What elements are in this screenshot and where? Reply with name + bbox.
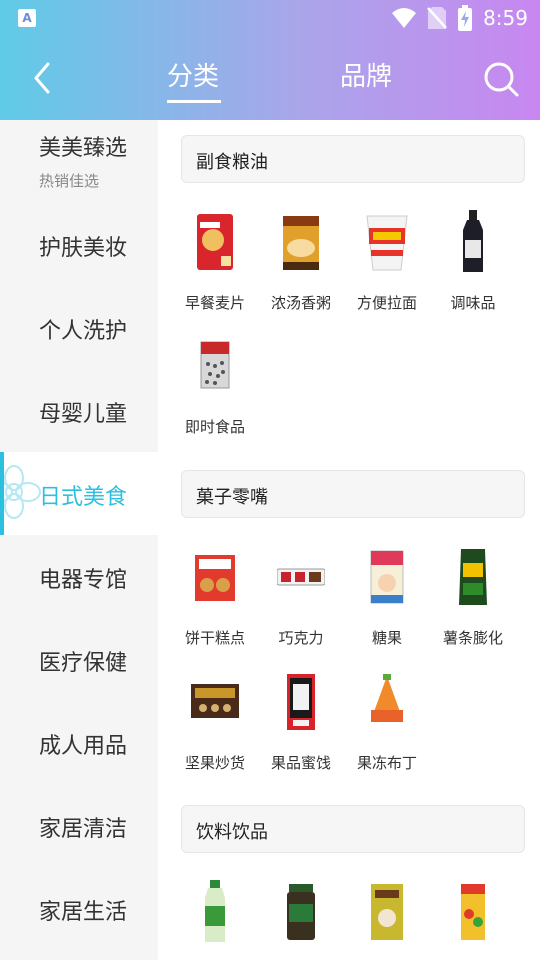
sidebar-item-label: 家居生活 [39, 900, 128, 925]
product-name: 饼干糕点 [184, 629, 245, 647]
sidebar-item-adult[interactable]: 成人用品 [0, 701, 158, 784]
sidebar-item-meimei-select[interactable]: 美美臻选 热销佳选 [0, 120, 158, 203]
search-icon[interactable] [482, 60, 520, 98]
sidebar-item-mother-baby[interactable]: 母婴儿童 [0, 369, 158, 452]
biscuit-box-image [195, 555, 235, 601]
product-name: 糖果 [371, 629, 402, 647]
section-title: 饮料饮品 [196, 822, 268, 843]
category-sidebar: 美美臻选 热销佳选 护肤美妆 个人洗护 母婴儿童 日式美食 电器专馆 医疗保健 … [0, 120, 158, 960]
green-tea-bottle-image [205, 880, 225, 942]
product-name: 早餐麦片 [184, 294, 245, 312]
product-name: 调味品 [450, 294, 496, 312]
product-item[interactable]: 早餐麦片 [172, 210, 258, 320]
cup-noodle-image [366, 215, 408, 271]
product-item[interactable]: 薯条膨化 [430, 545, 516, 655]
product-item[interactable]: 巧克力 [258, 545, 344, 655]
product-item[interactable] [172, 880, 258, 960]
sidebar-item-label: 医疗保健 [39, 651, 128, 676]
product-name: 即时食品 [184, 418, 245, 436]
candy-box-image [370, 550, 404, 604]
product-item[interactable]: 即时食品 [172, 334, 258, 444]
product-item[interactable]: 调味品 [430, 210, 516, 320]
sidebar-item-label: 电器专馆 [39, 568, 128, 593]
product-item[interactable]: 坚果炒货 [172, 670, 258, 780]
product-name: 果冻布丁 [356, 754, 417, 772]
section-header: 副食粮油 [181, 135, 525, 183]
sidebar-item-appliances[interactable]: 电器专馆 [0, 535, 158, 618]
product-name: 薯条膨化 [442, 629, 503, 647]
category-content: 副食粮油 早餐麦片 浓汤香粥 方便拉面 调味品 即时食品 菓子零嘴 饼干糕点 巧… [158, 120, 540, 960]
product-item[interactable]: 糖果 [344, 545, 430, 655]
sidebar-item-label: 成人用品 [39, 734, 128, 759]
product-item[interactable]: 果品蜜饯 [258, 670, 344, 780]
flower-watermark-icon [0, 465, 41, 519]
chips-bag-image [459, 549, 487, 605]
dried-fruit-pack-image [287, 674, 315, 730]
status-time: 8:59 [483, 6, 528, 30]
chocolate-bar-image [277, 568, 325, 586]
sidebar-item-label: 日式美食 [39, 485, 128, 510]
nut-snack-pack-image [191, 684, 239, 718]
back-arrow-icon[interactable] [28, 60, 58, 96]
product-name: 果品蜜饯 [270, 754, 331, 772]
sidebar-item-label: 护肤美妆 [39, 236, 128, 261]
product-item[interactable] [430, 880, 516, 960]
product-name: 浓汤香粥 [270, 294, 331, 312]
app-header: A 8:59 分类 品牌 [0, 0, 540, 120]
sidebar-item-label: 个人洗护 [39, 319, 128, 344]
milk-tea-box-image [371, 884, 403, 940]
battery-charging-icon [458, 5, 473, 31]
tab-brand[interactable]: 品牌 [340, 56, 392, 93]
sidebar-item-japanese-food[interactable]: 日式美食 [0, 452, 158, 535]
section-header: 饮料饮品 [181, 805, 525, 853]
sidebar-item-personal-care[interactable]: 个人洗护 [0, 286, 158, 369]
no-sim-icon [427, 7, 448, 29]
app-notification-icon: A [18, 9, 36, 27]
status-indicators: 8:59 [391, 4, 528, 32]
product-item[interactable] [344, 880, 430, 960]
sidebar-item-sublabel: 热销佳选 [39, 172, 100, 190]
product-name: 坚果炒货 [184, 754, 245, 772]
soy-sauce-bottle-image [463, 210, 483, 272]
sidebar-item-skincare[interactable]: 护肤美妆 [0, 203, 158, 286]
product-item[interactable]: 饼干糕点 [172, 545, 258, 655]
coffee-jar-image [287, 884, 315, 940]
sidebar-item-home-living[interactable]: 家居生活 [0, 867, 158, 950]
tab-category[interactable]: 分类 [167, 56, 219, 93]
sidebar-item-label: 母婴儿童 [39, 402, 128, 427]
sidebar-item-label: 家居清洁 [39, 817, 128, 842]
section-title: 副食粮油 [196, 152, 268, 173]
active-tab-underline [167, 100, 221, 103]
product-name: 方便拉面 [356, 294, 417, 312]
section-title: 菓子零嘴 [196, 487, 268, 508]
product-item[interactable]: 方便拉面 [344, 210, 430, 320]
cereal-box-image [197, 214, 233, 270]
soup-box-image [283, 216, 319, 270]
product-item[interactable]: 果冻布丁 [344, 670, 430, 780]
sidebar-item-healthcare[interactable]: 医疗保健 [0, 618, 158, 701]
sidebar-item-label: 美美臻选 [39, 136, 128, 161]
product-item[interactable]: 浓汤香粥 [258, 210, 344, 320]
sidebar-item-home-cleaning[interactable]: 家居清洁 [0, 784, 158, 867]
section-header: 菓子零嘴 [181, 470, 525, 518]
instant-food-pack-image [200, 341, 230, 389]
vegetable-juice-box-image [461, 884, 485, 940]
wifi-icon [392, 8, 417, 28]
product-name: 巧克力 [278, 629, 324, 647]
jelly-pack-image [371, 674, 403, 722]
product-item[interactable] [258, 880, 344, 960]
status-bar: A 8:59 [0, 0, 540, 36]
